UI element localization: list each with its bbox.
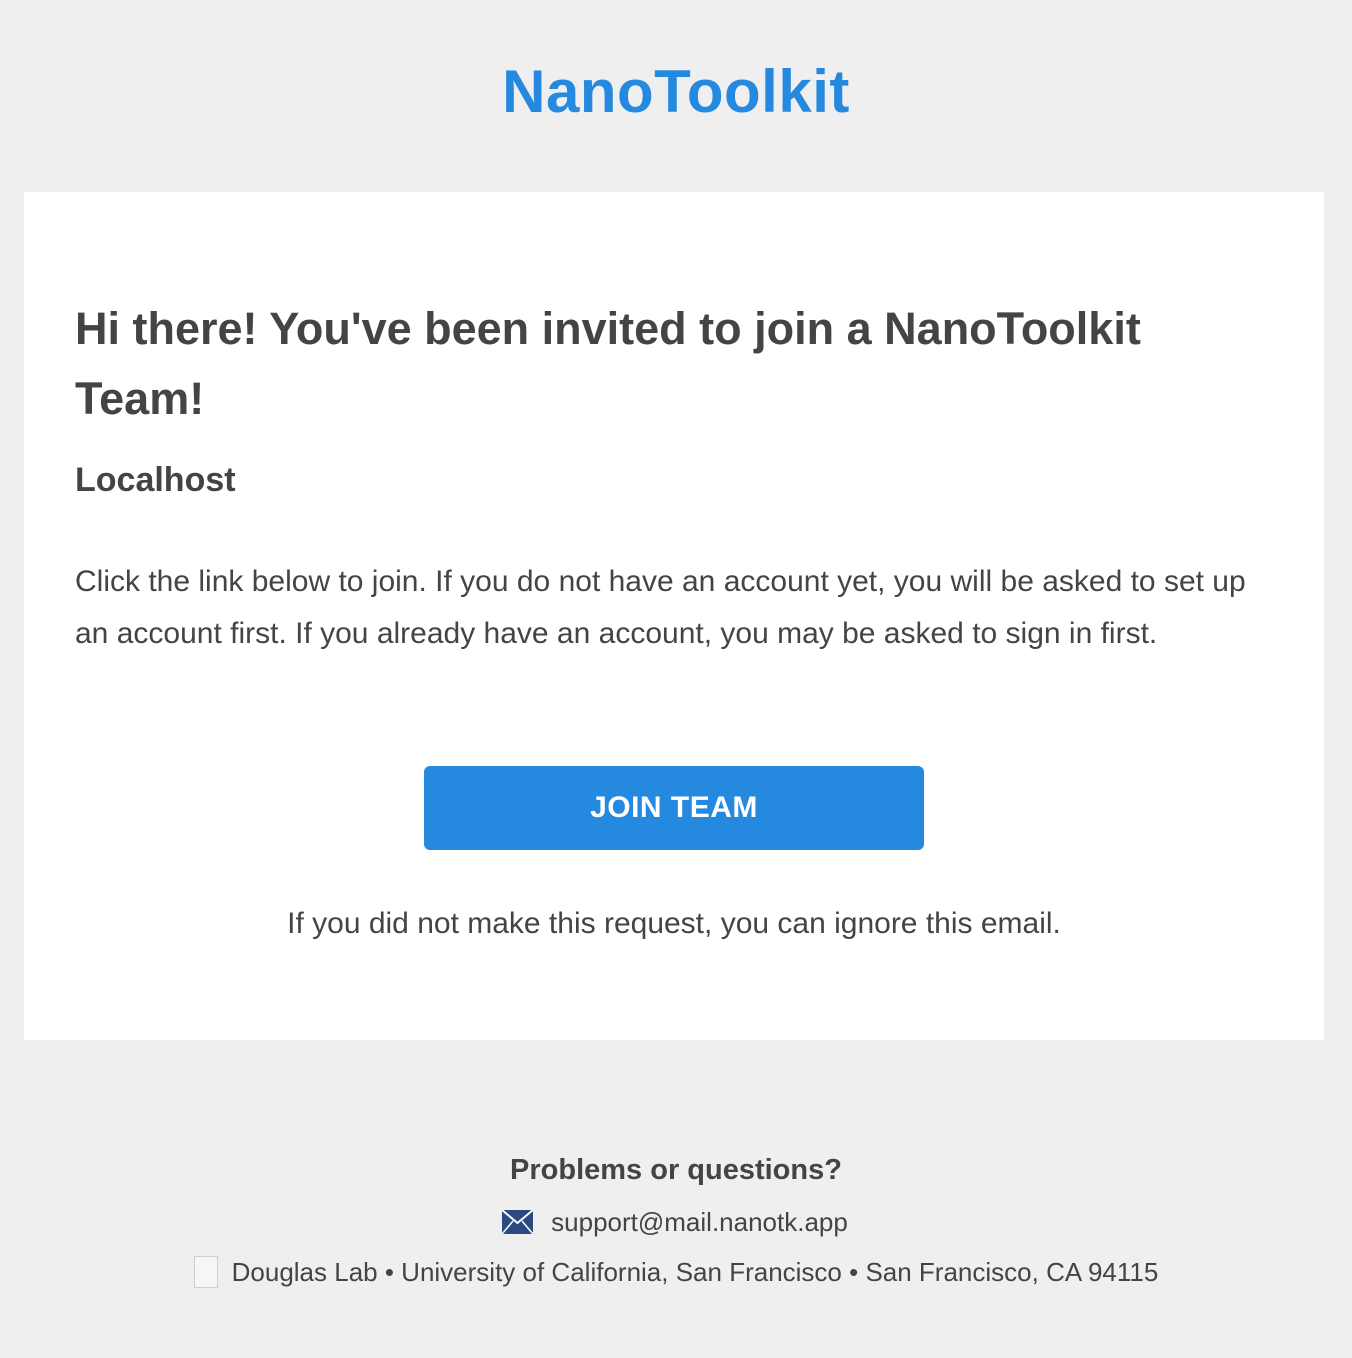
envelope-icon [502, 1210, 534, 1234]
join-team-button[interactable]: JOIN TEAM [424, 766, 924, 850]
brand-logo-text: NanoToolkit [502, 58, 850, 125]
footer-email-row: support@mail.nanotk.app [0, 1204, 1352, 1240]
ignore-note: If you did not make this request, you ca… [287, 907, 1061, 940]
team-name: Localhost [75, 461, 236, 499]
email-page: NanoToolkit Hi there! You've been invite… [0, 0, 1352, 1358]
image-placeholder-icon [193, 1256, 218, 1288]
invite-instructions: Click the link below to join. If you do … [75, 565, 1246, 650]
footer-address-row: Douglas Lab • University of California, … [0, 1254, 1352, 1290]
lab-address: Douglas Lab • University of California, … [231, 1257, 1159, 1287]
invite-heading: Hi there! You've been invited to join a … [75, 303, 1141, 424]
support-email-link[interactable]: support@mail.nanotk.app [551, 1204, 848, 1240]
footer-title: Problems or questions? [510, 1154, 842, 1186]
invite-card: Hi there! You've been invited to join a … [24, 192, 1324, 1040]
